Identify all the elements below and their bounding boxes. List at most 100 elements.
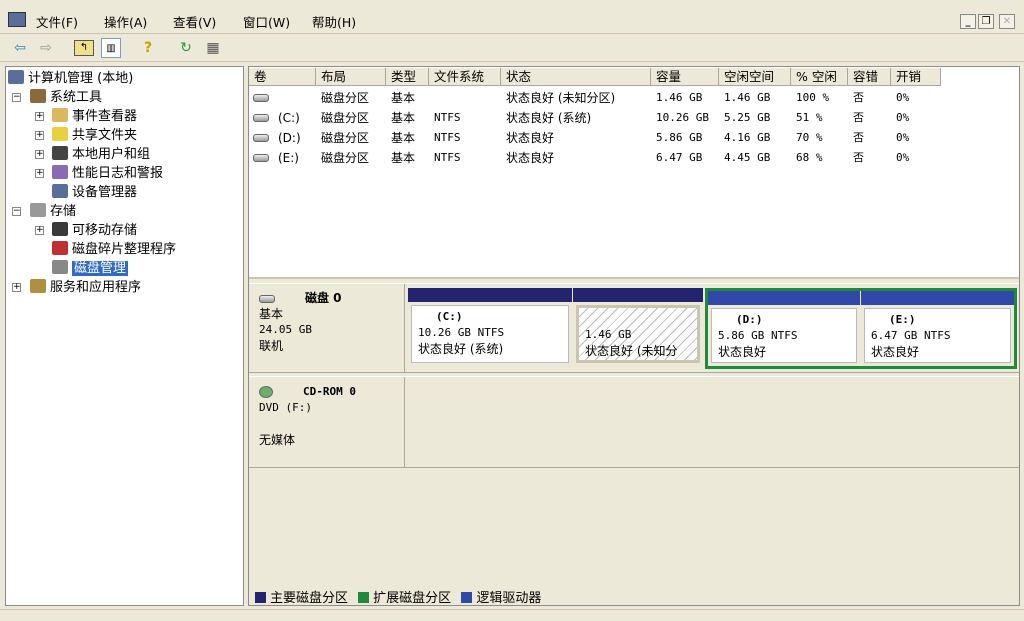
- properties-icon[interactable]: ▦: [203, 38, 223, 58]
- table-row[interactable]: (E:) 磁盘分区 基本 NTFS 状态良好 6.47 GB 4.45 GB 68 % 否 0%: [249, 148, 1019, 168]
- menu-view[interactable]: 查看(V): [173, 12, 216, 31]
- table-cell: 0%: [896, 91, 910, 104]
- computer-icon: [8, 70, 24, 84]
- device-manager-icon: [52, 184, 68, 198]
- logical-swatch: [461, 592, 473, 603]
- disk-icon: [259, 294, 275, 303]
- menu-file[interactable]: 文件(F): [36, 12, 78, 31]
- column-header[interactable]: 布局: [316, 68, 386, 86]
- toolbar: ⇦ ⇨ ↰ ▥ ? ↻ ▦: [0, 34, 1024, 62]
- table-cell: 100 %: [796, 91, 830, 104]
- menu-window[interactable]: 窗口(W): [243, 12, 290, 31]
- column-header[interactable]: 空闲空间: [719, 68, 791, 86]
- column-header[interactable]: 容量: [651, 68, 719, 86]
- menu-help[interactable]: 帮助(H): [312, 12, 356, 31]
- table-cell: 4.45 GB: [724, 151, 771, 164]
- collapse-toggle[interactable]: −: [12, 207, 21, 216]
- cdrom-icon: [259, 385, 273, 398]
- forward-icon[interactable]: ⇨: [36, 38, 56, 58]
- table-cell: 基本: [391, 151, 416, 165]
- column-header[interactable]: % 空闲: [791, 68, 848, 86]
- table-cell: NTFS: [434, 111, 461, 124]
- table-cell: (E:): [278, 151, 299, 165]
- table-cell: 状态良好: [506, 151, 555, 165]
- expand-toggle[interactable]: +: [35, 150, 44, 159]
- defrag-icon: [52, 241, 68, 255]
- restore-button[interactable]: ❐: [978, 14, 994, 29]
- tree-device-manager[interactable]: 设备管理器: [52, 183, 137, 202]
- show-hide-tree-icon[interactable]: ▥: [101, 38, 121, 58]
- table-cell: 5.86 GB: [656, 131, 703, 144]
- partition-c[interactable]: (C:) 10.26 GB NTFS 状态良好 (系统): [408, 288, 572, 366]
- table-cell: 磁盘分区: [321, 131, 370, 145]
- column-header[interactable]: 卷: [249, 68, 316, 86]
- tree-storage[interactable]: 存储: [30, 202, 76, 221]
- partition-e[interactable]: (E:) 6.47 GB NTFS 状态良好: [861, 291, 1014, 366]
- expand-toggle[interactable]: +: [35, 226, 44, 235]
- table-cell: 基本: [391, 131, 416, 145]
- tree-event-viewer[interactable]: 事件查看器: [52, 107, 137, 126]
- table-cell: 否: [853, 131, 864, 144]
- refresh-icon[interactable]: ↻: [176, 38, 196, 58]
- table-cell: 70 %: [796, 131, 823, 144]
- partition-d[interactable]: (D:) 5.86 GB NTFS 状态良好: [708, 291, 860, 366]
- table-cell: (D:): [278, 131, 301, 145]
- tools-icon: [30, 89, 46, 103]
- minimize-button[interactable]: _: [960, 14, 976, 29]
- up-folder-icon[interactable]: ↰: [74, 40, 94, 56]
- menu-bar: 文件(F) 操作(A) 查看(V) 窗口(W) 帮助(H) _ ❐ ✕: [0, 4, 1024, 34]
- volume-icon: [253, 94, 269, 102]
- table-cell: 否: [853, 91, 864, 104]
- event-viewer-icon: [52, 108, 68, 122]
- table-cell: 51 %: [796, 111, 823, 124]
- disk-0-row[interactable]: 磁盘 0 基本 24.05 GB 联机 (C:) 10.26 GB NTFS 状态良…: [249, 283, 1019, 373]
- table-cell: 状态良好: [506, 131, 555, 145]
- cdrom-0-row[interactable]: CD-ROM 0 DVD (F:) 无媒体: [249, 376, 1019, 468]
- expand-toggle[interactable]: +: [35, 169, 44, 178]
- table-cell: 基本: [391, 111, 416, 125]
- disk-management-pane: 卷布局 类型 文件系统 状态 容量 空闲空间% 空闲 容错 开销 磁盘分区 基本 状态良好 (未知…: [248, 66, 1020, 606]
- extended-swatch: [358, 592, 370, 603]
- close-button[interactable]: ✕: [999, 14, 1015, 29]
- table-cell: 基本: [391, 91, 416, 105]
- status-bar: [0, 609, 1024, 621]
- volume-icon: [253, 134, 269, 142]
- tree-defrag[interactable]: 磁盘碎片整理程序: [52, 240, 176, 259]
- table-cell: NTFS: [434, 151, 461, 164]
- column-header[interactable]: 容错: [848, 68, 891, 86]
- column-header[interactable]: 文件系统: [429, 68, 501, 86]
- table-row[interactable]: (C:) 磁盘分区 基本 NTFS 状态良好 (系统) 10.26 GB 5.25 GB 51…: [249, 108, 1019, 128]
- volume-icon: [253, 114, 269, 122]
- back-icon[interactable]: ⇦: [10, 38, 30, 58]
- table-cell: 10.26 GB: [656, 111, 709, 124]
- expand-toggle[interactable]: +: [35, 131, 44, 140]
- table-row[interactable]: (D:) 磁盘分区 基本 NTFS 状态良好 5.86 GB 4.16 GB 70 % 否 0%: [249, 128, 1019, 148]
- table-row[interactable]: 磁盘分区 基本 状态良好 (未知分区) 1.46 GB 1.46 GB 100 % 否 0%: [249, 88, 1019, 108]
- table-cell: 0%: [896, 151, 910, 164]
- expand-toggle[interactable]: +: [35, 112, 44, 121]
- tree-perf-logs[interactable]: 性能日志和警报: [52, 164, 163, 183]
- cdrom-0-label: CD-ROM 0 DVD (F:) 无媒体: [249, 377, 405, 467]
- help-icon[interactable]: ?: [138, 38, 158, 58]
- tree-disk-management[interactable]: 磁盘管理: [52, 259, 129, 278]
- tree-shared-folders[interactable]: 共享文件夹: [52, 126, 137, 145]
- tree-removable-storage[interactable]: 可移动存储: [52, 221, 137, 240]
- menu-action[interactable]: 操作(A): [104, 12, 147, 31]
- tree-root[interactable]: 计算机管理 (本地): [8, 69, 133, 88]
- tree-local-users[interactable]: 本地用户和组: [52, 145, 150, 164]
- tree-system-tools[interactable]: 系统工具: [30, 88, 102, 107]
- storage-icon: [30, 203, 46, 217]
- table-cell: (C:): [278, 111, 300, 125]
- table-cell: 5.25 GB: [724, 111, 771, 124]
- volume-list: 卷布局 类型 文件系统 状态 容量 空闲空间% 空闲 容错 开销 磁盘分区 基本 状态良好 (未知…: [249, 67, 1019, 279]
- column-header[interactable]: 类型: [386, 68, 429, 86]
- legend: 主要磁盘分区 扩展磁盘分区 逻辑驱动器: [255, 587, 541, 606]
- partition-unknown[interactable]: 1.46 GB 状态良好 (未知分: [573, 288, 703, 366]
- tree-services[interactable]: 服务和应用程序: [30, 278, 141, 297]
- table-cell: NTFS: [434, 131, 461, 144]
- expand-toggle[interactable]: +: [12, 283, 21, 292]
- collapse-toggle[interactable]: −: [12, 93, 21, 102]
- extended-partition[interactable]: (D:) 5.86 GB NTFS 状态良好 (E:) 6.47 GB NTFS 状态良…: [705, 288, 1017, 369]
- column-header[interactable]: 状态: [501, 68, 651, 86]
- column-header[interactable]: 开销: [891, 68, 941, 86]
